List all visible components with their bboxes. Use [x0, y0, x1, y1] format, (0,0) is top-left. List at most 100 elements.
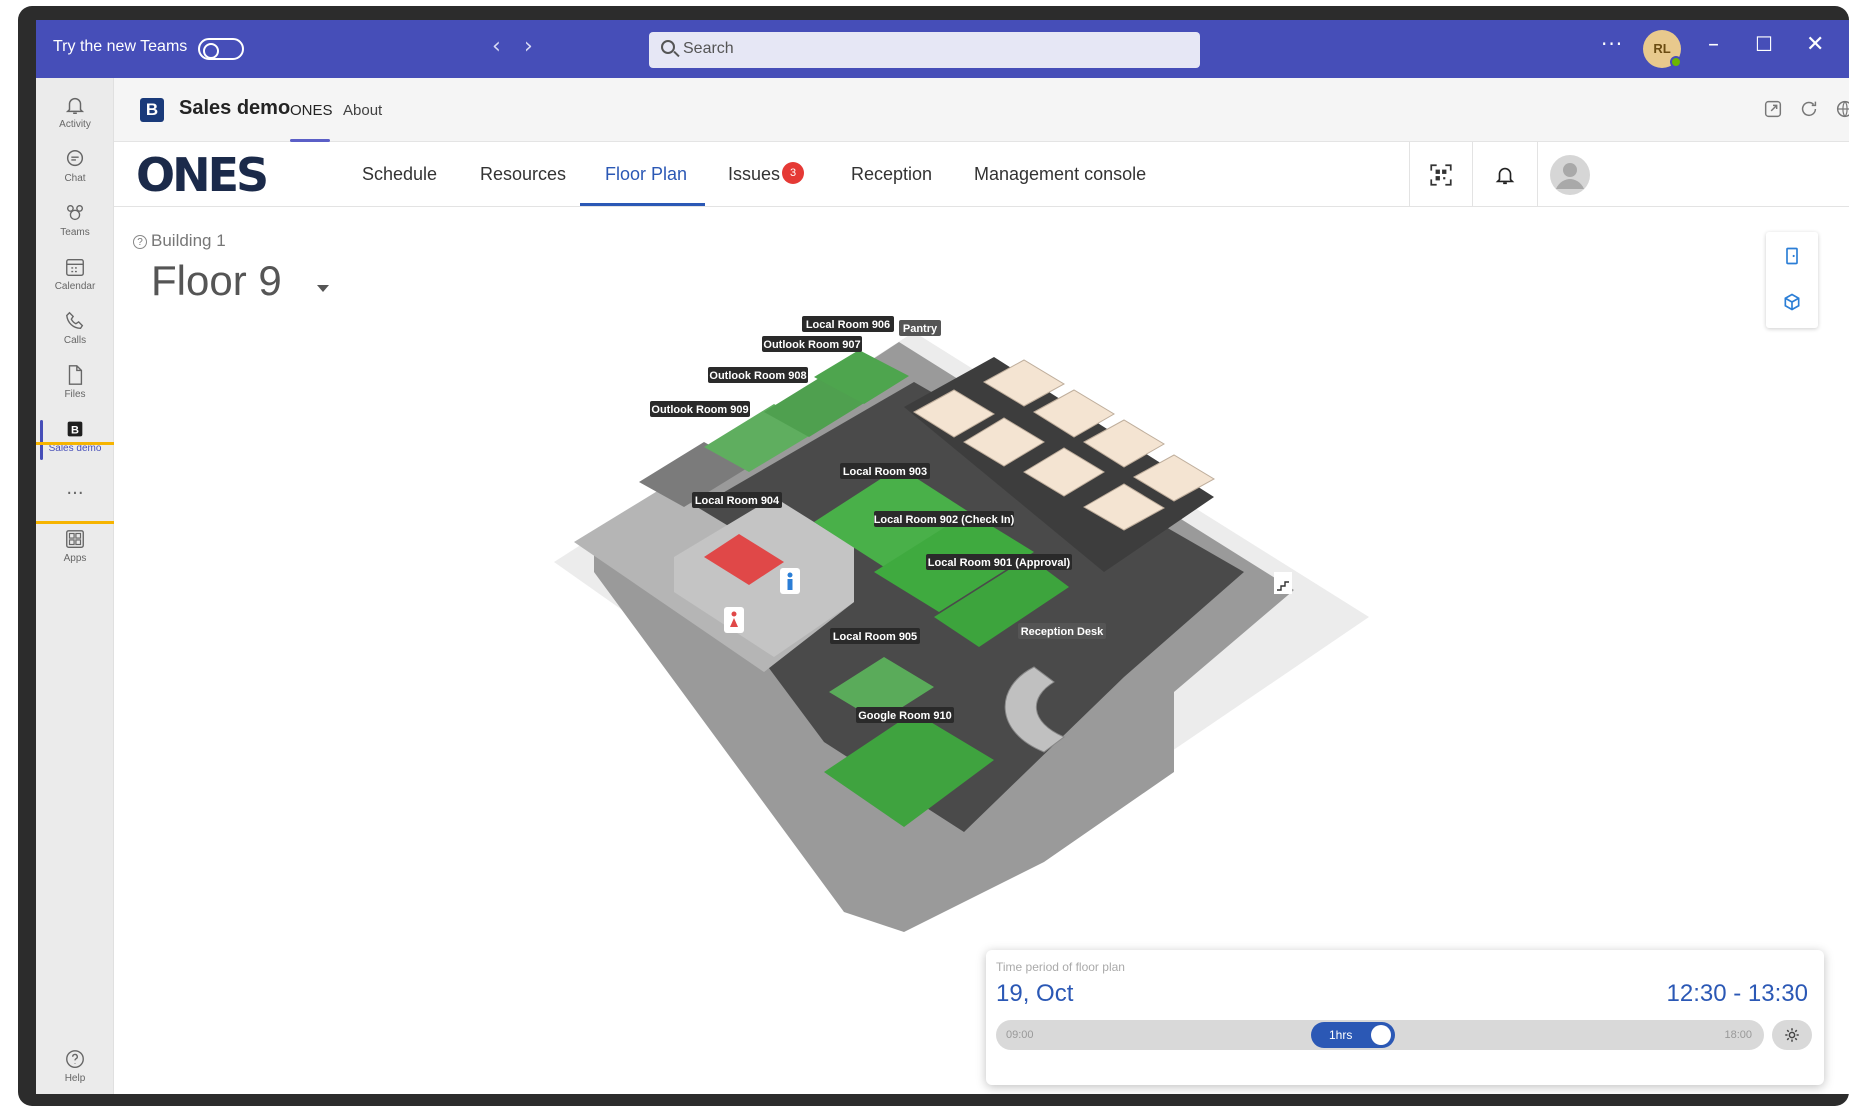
building-breadcrumb[interactable]: ? Building 1: [133, 231, 226, 251]
rail-item-activity[interactable]: Activity: [36, 94, 114, 130]
room-label-reception[interactable]: Reception Desk: [1018, 623, 1106, 639]
room-label-903[interactable]: Local Room 903: [840, 463, 930, 479]
room-label-907[interactable]: Outlook Room 907: [762, 336, 862, 352]
user-avatar[interactable]: RL: [1643, 30, 1682, 68]
presence-dot: [1670, 56, 1682, 68]
room-label-905[interactable]: Local Room 905: [830, 628, 920, 644]
popout-icon[interactable]: [1762, 98, 1784, 120]
app-header: B Sales demo ONES About: [114, 78, 1849, 142]
app-logo: B: [140, 98, 164, 122]
search-input[interactable]: Search: [649, 32, 1200, 68]
time-settings-button[interactable]: [1772, 1020, 1812, 1050]
qr-scan-icon[interactable]: [1428, 162, 1454, 188]
male-restroom-icon: [780, 568, 800, 594]
rail-label: Apps: [63, 553, 87, 564]
ones-logo: ONES: [136, 148, 269, 202]
room-907-text: Outlook Room 907: [763, 339, 860, 351]
tab-resources[interactable]: Resources: [480, 164, 566, 185]
maximize-icon[interactable]: ☐: [1755, 32, 1773, 56]
nav-divider: [1409, 142, 1410, 206]
room-label-pantry[interactable]: Pantry: [899, 320, 941, 336]
rail-label: Files: [64, 389, 86, 400]
tab-reception[interactable]: Reception: [851, 164, 932, 185]
room-908-text: Outlook Room 908: [709, 370, 806, 382]
minimize-icon[interactable]: –: [1708, 32, 1719, 57]
rail-item-calls[interactable]: Calls: [36, 310, 114, 346]
search-icon: [661, 40, 675, 54]
highlight-box: [36, 442, 118, 524]
profile-avatar-icon[interactable]: [1550, 155, 1590, 195]
floor-dropdown-caret-icon[interactable]: [317, 285, 329, 292]
time-period-panel: Time period of floor plan 19, Oct 12:30 …: [986, 950, 1824, 1085]
reception-text: Reception Desk: [1021, 626, 1104, 638]
selected-date[interactable]: 19, Oct: [996, 980, 1073, 1008]
rail-item-calendar[interactable]: Calendar: [36, 256, 114, 292]
app-rail: Activity Chat Teams Calendar Calls Files…: [36, 78, 114, 1094]
nav-divider: [1537, 142, 1538, 206]
female-restroom-icon: [724, 607, 744, 633]
tab-ones[interactable]: ONES: [290, 102, 333, 119]
room-label-901[interactable]: Local Room 901 (Approval): [926, 554, 1072, 570]
chat-icon: [66, 150, 84, 167]
search-placeholder: Search: [683, 40, 734, 57]
room-910-text: Google Room 910: [858, 710, 952, 722]
room-label-906[interactable]: Local Room 906: [802, 316, 894, 332]
room-label-910[interactable]: Google Room 910: [856, 707, 954, 723]
room-904-text: Local Room 904: [695, 495, 780, 507]
notification-bell-icon[interactable]: [1494, 164, 1516, 186]
door-icon[interactable]: [1782, 246, 1802, 266]
rail-item-help[interactable]: Help: [36, 1048, 114, 1084]
phone-icon: [66, 311, 84, 330]
rail-item-teams[interactable]: Teams: [36, 202, 114, 238]
pantry-text: Pantry: [903, 323, 938, 335]
time-slider-track[interactable]: 09:00 18:00 1hrs: [996, 1020, 1764, 1050]
room-label-902[interactable]: Local Room 902 (Check In): [874, 511, 1015, 527]
gear-icon: [1785, 1028, 1799, 1042]
more-options-button[interactable]: ···: [1601, 32, 1623, 56]
rail-item-apps[interactable]: Apps: [36, 528, 114, 564]
calendar-icon: [66, 258, 84, 276]
room-901-text: Local Room 901 (Approval): [928, 557, 1071, 569]
tab-management-console[interactable]: Management console: [974, 164, 1146, 185]
duration-label: 1hrs: [1329, 1028, 1353, 1042]
slider-knob: [1371, 1025, 1391, 1045]
refresh-icon[interactable]: [1798, 98, 1820, 120]
tab-schedule[interactable]: Schedule: [362, 164, 437, 185]
tab-about[interactable]: About: [343, 102, 382, 119]
nav-divider: [1472, 142, 1473, 206]
avatar-initials: RL: [1653, 41, 1671, 56]
bell-icon: [65, 97, 85, 114]
room-label-909[interactable]: Outlook Room 909: [650, 401, 750, 417]
room-label-908[interactable]: Outlook Room 908: [708, 367, 808, 383]
3d-cube-icon[interactable]: [1782, 292, 1802, 312]
tab-issues[interactable]: Issues: [728, 164, 780, 185]
app-name: Sales demo: [179, 97, 291, 119]
close-icon[interactable]: ✕: [1806, 32, 1824, 57]
rail-label: Help: [64, 1073, 86, 1084]
try-new-teams-toggle[interactable]: [198, 38, 244, 60]
floor-plan-map[interactable]: Local Room 906 Pantry Outlook Room 907 O…: [524, 272, 1374, 972]
try-new-teams-label: Try the new Teams: [53, 38, 188, 55]
map-view-tools: [1766, 232, 1818, 328]
rail-label: Chat: [64, 173, 86, 184]
ones-nav: ONES Schedule Resources Floor Plan Issue…: [114, 142, 1849, 207]
time-slider-handle[interactable]: 1hrs: [1311, 1022, 1395, 1048]
selected-time-range: 12:30 - 13:30: [1666, 980, 1808, 1007]
tab-floor-plan[interactable]: Floor Plan: [605, 164, 687, 185]
title-bar: Try the new Teams ‹ › Search ··· RL – ☐ …: [36, 20, 1849, 78]
teams-window: Try the new Teams ‹ › Search ··· RL – ☐ …: [36, 20, 1849, 1094]
slider-end-label: 18:00: [1724, 1029, 1752, 1041]
teams-icon: [66, 204, 84, 221]
room-label-904[interactable]: Local Room 904: [692, 492, 782, 508]
rail-item-chat[interactable]: Chat: [36, 148, 114, 184]
forward-arrow-icon[interactable]: ›: [524, 34, 533, 59]
apps-icon: [66, 530, 84, 548]
back-arrow-icon[interactable]: ‹: [492, 34, 501, 59]
help-circle-icon: ?: [133, 235, 147, 249]
time-period-caption: Time period of floor plan: [996, 960, 1125, 974]
globe-icon[interactable]: [1834, 98, 1849, 120]
help-icon: [66, 1050, 84, 1068]
rail-item-files[interactable]: Files: [36, 364, 114, 400]
slider-start-label: 09:00: [1006, 1029, 1034, 1041]
issues-count-badge: 3: [782, 162, 804, 184]
